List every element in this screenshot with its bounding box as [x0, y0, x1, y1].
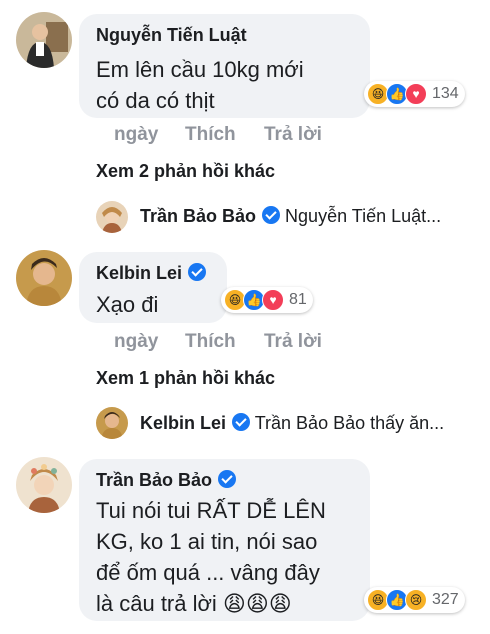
reaction-count: 327: [432, 591, 459, 608]
comment-author[interactable]: Kelbin Lei: [96, 263, 207, 284]
comment-text-line: Xạo đi: [96, 292, 159, 317]
reply-button[interactable]: Trả lời: [264, 331, 322, 353]
reaction-summary[interactable]: 😆 👍 😢 327: [364, 587, 465, 613]
avatar[interactable]: [16, 457, 72, 513]
verified-badge-icon: [218, 470, 237, 488]
like-button[interactable]: Thích: [185, 331, 236, 353]
comment-text-line: Tui nói tui RẤT DỄ LÊN: [96, 498, 326, 523]
comment-author[interactable]: Trần Bảo Bảo: [96, 470, 237, 491]
reply-snippet: Nguyễn Tiến Luật...: [285, 206, 442, 226]
comment-text-line: để ốm quá ... vâng đây: [96, 560, 320, 585]
view-more-replies[interactable]: Xem 2 phản hồi khác: [96, 161, 275, 182]
reaction-count: 81: [289, 291, 307, 308]
avatar[interactable]: [16, 12, 72, 68]
reply-snippet: Trần Bảo Bảo thấy ăn...: [254, 413, 445, 433]
reaction-summary[interactable]: 😆 👍 ♥ 134: [364, 81, 465, 107]
comment-author[interactable]: Nguyễn Tiến Luật: [96, 25, 247, 46]
comment-text-line: KG, ko 1 ai tin, nói sao: [96, 529, 318, 554]
view-more-replies[interactable]: Xem 1 phản hồi khác: [96, 368, 275, 389]
reply-preview[interactable]: Trần Bảo Bảo Nguyễn Tiến Luật...: [140, 206, 441, 227]
verified-badge-icon: [232, 413, 251, 431]
comment-text-line: Em lên cầu 10kg mới: [96, 57, 304, 82]
reaction-summary[interactable]: 😆 👍 ♥ 81: [221, 287, 313, 313]
verified-badge-icon: [188, 263, 207, 281]
reply-button[interactable]: Trả lời: [264, 124, 322, 146]
avatar[interactable]: [16, 250, 72, 306]
avatar[interactable]: [96, 201, 128, 233]
avatar[interactable]: [96, 407, 128, 439]
sad-icon: 😢: [405, 589, 427, 611]
love-icon: ♥: [262, 289, 284, 311]
verified-badge-icon: [262, 206, 281, 224]
comment-text-line: là câu trả lời 😩😩😩: [96, 591, 292, 616]
reply-author[interactable]: Trần Bảo Bảo: [140, 206, 256, 226]
love-icon: ♥: [405, 83, 427, 105]
reply-preview[interactable]: Kelbin Lei Trần Bảo Bảo thấy ăn...: [140, 413, 444, 434]
reply-author[interactable]: Kelbin Lei: [140, 413, 226, 433]
comment-time: ngày: [114, 124, 159, 145]
comment-time: ngày: [114, 331, 159, 352]
like-button[interactable]: Thích: [185, 124, 236, 146]
comment-text-line: có da có thịt: [96, 88, 215, 113]
reaction-count: 134: [432, 85, 459, 102]
